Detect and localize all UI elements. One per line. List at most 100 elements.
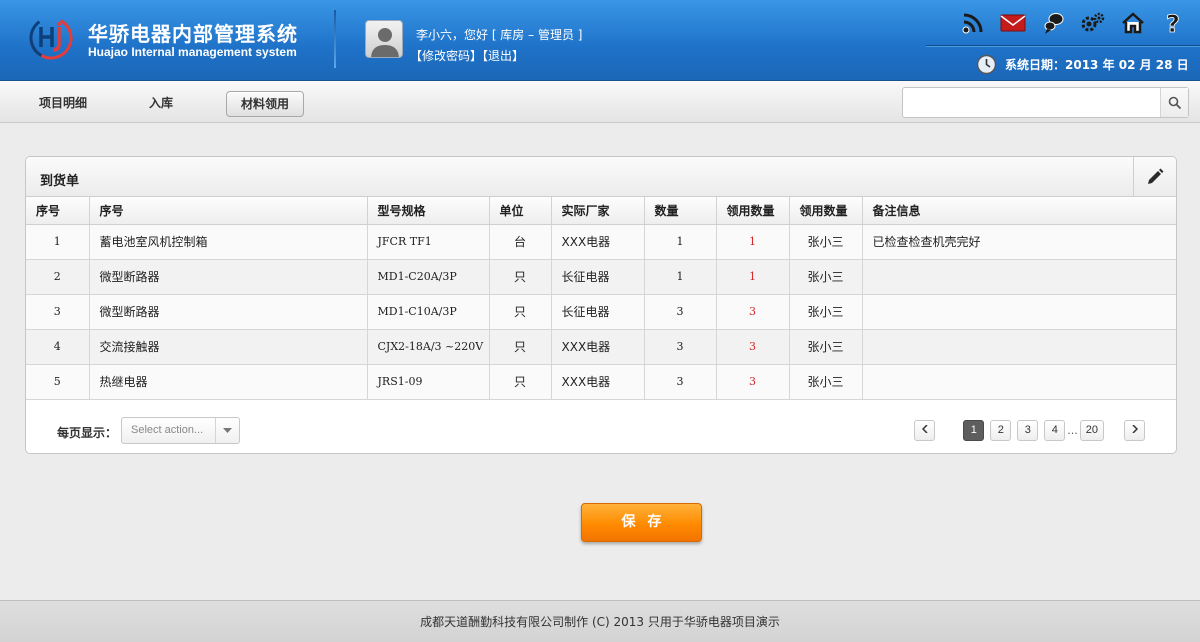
cell-remarks	[862, 259, 1176, 295]
cell-remarks	[862, 364, 1176, 400]
cell-name: 微型断路器	[89, 294, 368, 330]
user-avatar-icon	[371, 28, 399, 57]
cell-model: MD1-C10A/3P	[367, 294, 490, 330]
cell-name: 交流接触器	[89, 329, 368, 365]
brand-name-cn: 华骄电器内部管理系统	[88, 22, 298, 46]
system-date-text: 系统日期：2013 年 02 月 28 日	[1005, 58, 1189, 72]
cell-quantity: 3	[644, 294, 717, 330]
cell-quantity: 3	[644, 329, 717, 365]
cell-name: 蓄电池室风机控制箱	[89, 224, 368, 260]
system-date: 系统日期：2013 年 02 月 28 日	[976, 54, 1189, 75]
page-1-button[interactable]: 1	[963, 420, 985, 441]
mail-icon[interactable]	[1000, 10, 1026, 36]
clock-icon	[976, 54, 997, 75]
cell-issued-qty: 1	[716, 224, 790, 260]
cell-model: JRS1-09	[367, 364, 490, 400]
panel-title: 到货单	[40, 174, 80, 189]
column-header-index[interactable]: 序号	[26, 197, 90, 225]
cell-remarks	[862, 294, 1176, 330]
cell-remarks: 已检查检查机壳完好	[862, 224, 1176, 260]
prev-page-button[interactable]	[914, 420, 936, 441]
per-page-select[interactable]: Select action...	[121, 417, 240, 444]
change-password-link[interactable]: 【修改密码】	[410, 49, 482, 63]
tab-material-requisition[interactable]: 材料领用	[226, 91, 305, 117]
cell-quantity: 1	[644, 259, 717, 295]
chat-icon[interactable]	[1040, 10, 1066, 36]
page-footer: 成都天道酬勤科技有限公司制作 (C) 2013 只用于华骄电器项目演示	[0, 600, 1200, 642]
column-header-recipient[interactable]: 领用数量	[789, 197, 863, 225]
cell-index: 4	[26, 329, 90, 365]
cell-manufacturer: XXX电器	[551, 224, 645, 260]
help-icon[interactable]: ?	[1160, 10, 1186, 36]
chevron-down-icon	[215, 418, 239, 443]
cell-quantity: 3	[644, 364, 717, 400]
column-header-issued-qty[interactable]: 领用数量	[716, 197, 790, 225]
cell-recipient: 张小三	[789, 224, 863, 260]
search-input[interactable]	[903, 88, 1160, 117]
logout-link[interactable]: 【退出】	[482, 49, 524, 63]
cell-manufacturer: XXX电器	[551, 329, 645, 365]
cell-unit: 只	[489, 294, 552, 330]
search-icon	[1168, 96, 1181, 109]
avatar	[365, 20, 403, 58]
column-header-model[interactable]: 型号规格	[367, 197, 490, 225]
page-ellipsis: ...	[1067, 424, 1078, 437]
column-header-quantity[interactable]: 数量	[644, 197, 717, 225]
cell-issued-qty: 3	[716, 329, 790, 365]
cell-unit: 只	[489, 329, 552, 365]
page-4-button[interactable]: 4	[1044, 420, 1066, 441]
chevron-right-icon	[1131, 424, 1138, 434]
brand-name-en: Huajao Internal management system	[88, 45, 297, 59]
header-rule	[926, 45, 1200, 47]
settings-icon[interactable]	[1080, 10, 1106, 36]
home-icon[interactable]	[1120, 10, 1146, 36]
table-row[interactable]: 4 交流接触器 CJX2-18A/3 ~220V 只 XXX电器 3 3 张小三	[26, 329, 1176, 365]
chevron-left-icon	[921, 424, 928, 434]
cell-unit: 只	[489, 364, 552, 400]
cell-remarks	[862, 329, 1176, 365]
column-header-unit[interactable]: 单位	[489, 197, 552, 225]
cell-quantity: 1	[644, 224, 717, 260]
cell-name: 微型断路器	[89, 259, 368, 295]
cell-name: 热继电器	[89, 364, 368, 400]
cell-recipient: 张小三	[789, 294, 863, 330]
rss-icon[interactable]	[960, 10, 986, 36]
svg-text:?: ?	[1166, 11, 1180, 35]
panel-header: 到货单	[26, 157, 1176, 197]
table-row[interactable]: 5 热继电器 JRS1-09 只 XXX电器 3 3 张小三	[26, 364, 1176, 400]
user-links: 【修改密码】【退出】	[410, 47, 524, 64]
table-header-row: 序号 序号 型号规格 单位 实际厂家 数量 领用数量 领用数量 备注信息	[26, 197, 1176, 225]
user-greeting: 李小六，您好 [ 库房 – 管理员 ]	[416, 28, 583, 42]
company-logo	[29, 16, 73, 60]
cell-index: 3	[26, 294, 90, 330]
last-page-button[interactable]: 20	[1079, 420, 1104, 441]
column-header-remarks[interactable]: 备注信息	[862, 197, 1176, 225]
save-button[interactable]: 保存	[581, 503, 702, 542]
column-header-manufacturer[interactable]: 实际厂家	[551, 197, 645, 225]
table-row[interactable]: 2 微型断路器 MD1-C20A/3P 只 长征电器 1 1 张小三	[26, 259, 1176, 295]
table-row[interactable]: 1 蓄电池室风机控制箱 JFCR TF1 台 XXX电器 1 1 张小三 已检查…	[26, 224, 1176, 260]
search-button[interactable]	[1160, 88, 1188, 117]
column-header-name[interactable]: 序号	[89, 197, 368, 225]
arrival-list-panel: 到货单 序号 序号 型号规格 单位 实际厂家 数量 领用数量 领用数量 备注信息…	[25, 156, 1177, 454]
cell-index: 5	[26, 364, 90, 400]
cell-index: 2	[26, 259, 90, 295]
panel-footer: 每页显示： Select action... 1 2 3 4 ... 20	[26, 404, 1176, 453]
cell-manufacturer: 长征电器	[551, 294, 645, 330]
edit-button[interactable]	[1133, 157, 1176, 197]
cell-model: JFCR TF1	[367, 224, 490, 260]
cell-recipient: 张小三	[789, 364, 863, 400]
tab-stock-in[interactable]: 入库	[135, 91, 187, 117]
cell-model: MD1-C20A/3P	[367, 259, 490, 295]
header-divider	[334, 10, 336, 68]
cell-model: CJX2-18A/3 ~220V	[367, 329, 490, 365]
cell-issued-qty: 1	[716, 259, 790, 295]
page-2-button[interactable]: 2	[990, 420, 1012, 441]
page-3-button[interactable]: 3	[1017, 420, 1039, 441]
app-header: 华骄电器内部管理系统 Huajao Internal management sy…	[0, 0, 1200, 81]
arrival-table: 序号 序号 型号规格 单位 实际厂家 数量 领用数量 领用数量 备注信息 1 蓄…	[26, 197, 1176, 400]
cell-index: 1	[26, 224, 90, 260]
next-page-button[interactable]	[1124, 420, 1145, 441]
table-row[interactable]: 3 微型断路器 MD1-C10A/3P 只 长征电器 3 3 张小三	[26, 294, 1176, 330]
tab-project-detail[interactable]: 项目明细	[25, 91, 101, 117]
